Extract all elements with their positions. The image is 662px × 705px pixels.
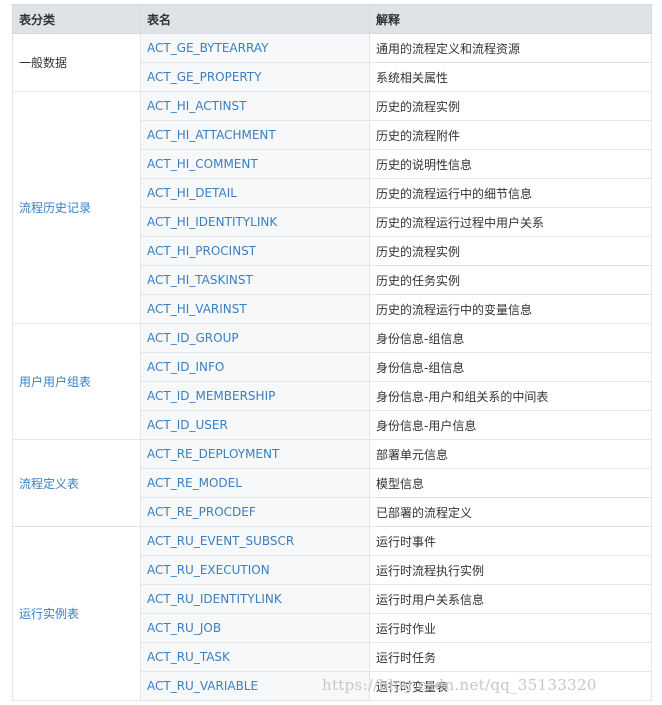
table-name-link[interactable]: ACT_RU_IDENTITYLINK [140,584,370,614]
table-row: 一般数据 ACT_GE_BYTEARRAY 通用的流程定义和流程资源 [12,33,652,92]
watermark: https://blog.csdn.net/qq_35133320 [322,676,597,694]
table-description: 运行时流程执行实例 [369,555,652,585]
table-name-link[interactable]: ACT_RE_MODEL [140,468,370,498]
category-cell[interactable]: 流程历史记录 [12,91,141,324]
table-name-link[interactable]: ACT_HI_DETAIL [140,178,370,208]
table-description: 部署单元信息 [369,439,652,469]
table-name-link[interactable]: ACT_ID_GROUP [140,323,370,353]
category-cell[interactable]: 流程定义表 [12,439,141,527]
category-cell: 一般数据 [12,33,141,92]
table-description: 已部署的流程定义 [369,497,652,527]
table-description: 身份信息-用户信息 [369,410,652,440]
category-cell[interactable]: 运行实例表 [12,526,141,701]
table-name-link[interactable]: ACT_HI_ATTACHMENT [140,120,370,150]
table-description: 历史的流程附件 [369,120,652,150]
header-name: 表名 [140,4,370,34]
table-description: 身份信息-组信息 [369,352,652,382]
table-name-link[interactable]: ACT_HI_ACTINST [140,91,370,121]
table-body: 一般数据 ACT_GE_BYTEARRAY 通用的流程定义和流程资源 ACT_GE_P… [12,33,652,701]
header-category: 表分类 [12,4,141,34]
table-name-link[interactable]: ACT_RU_TASK [140,642,370,672]
table-name-link[interactable]: ACT_ID_USER [140,410,370,440]
table-description: 历史的流程实例 [369,91,652,121]
table-description: 身份信息-用户和组关系的中间表 [369,381,652,411]
header-row: 表分类 表名 解释 [12,4,652,34]
table-name-link[interactable]: ACT_GE_PROPERTY [140,62,370,92]
table-name-link[interactable]: ACT_RU_EXECUTION [140,555,370,585]
table-name-link[interactable]: ACT_HI_COMMENT [140,149,370,179]
table-row: 运行实例表 ACT_RU_EVENT_SUBSCR 运行时事件 [12,526,652,701]
table-description: 历史的说明性信息 [369,149,652,179]
table-row: 用户用户组表 ACT_ID_GROUP 身份信息-组信息 [12,323,652,440]
table-name-link[interactable]: ACT_RE_DEPLOYMENT [140,439,370,469]
table-name-link[interactable]: ACT_RU_EVENT_SUBSCR [140,526,370,556]
table-name-link[interactable]: ACT_RU_JOB [140,613,370,643]
table-description: 历史的流程运行中的细节信息 [369,178,652,208]
table-description: 运行时事件 [369,526,652,556]
table-description: 通用的流程定义和流程资源 [369,33,652,63]
table-description: 历史的任务实例 [369,265,652,295]
table-name-link[interactable]: ACT_RE_PROCDEF [140,497,370,527]
table-name-link[interactable]: ACT_HI_TASKINST [140,265,370,295]
table-description: 运行时任务 [369,642,652,672]
table-name-link[interactable]: ACT_HI_PROCINST [140,236,370,266]
table-row: 流程历史记录 ACT_HI_ACTINST 历史的流程实例 [12,91,652,324]
category-cell[interactable]: 用户用户组表 [12,323,141,440]
table-description: 运行时作业 [369,613,652,643]
table-description: 运行时用户关系信息 [369,584,652,614]
table-name-link[interactable]: ACT_ID_INFO [140,352,370,382]
table-description: 模型信息 [369,468,652,498]
table-name-link[interactable]: ACT_ID_MEMBERSHIP [140,381,370,411]
table-description: 系统相关属性 [369,62,652,92]
header-description: 解释 [369,4,652,34]
table-description: 身份信息-组信息 [369,323,652,353]
table-name-link[interactable]: ACT_HI_VARINST [140,294,370,324]
table-description: 历史的流程实例 [369,236,652,266]
table-row: 流程定义表 ACT_RE_DEPLOYMENT 部署单元信息 [12,439,652,527]
table-name-link[interactable]: ACT_GE_BYTEARRAY [140,33,370,63]
table-description: 历史的流程运行过程中用户关系 [369,207,652,237]
table-name-link[interactable]: ACT_HI_IDENTITYLINK [140,207,370,237]
table-description: 历史的流程运行中的变量信息 [369,294,652,324]
activiti-tables: 表分类 表名 解释 一般数据 ACT_GE_BYTEARRAY 通用的流程定义和流程… [12,4,652,701]
